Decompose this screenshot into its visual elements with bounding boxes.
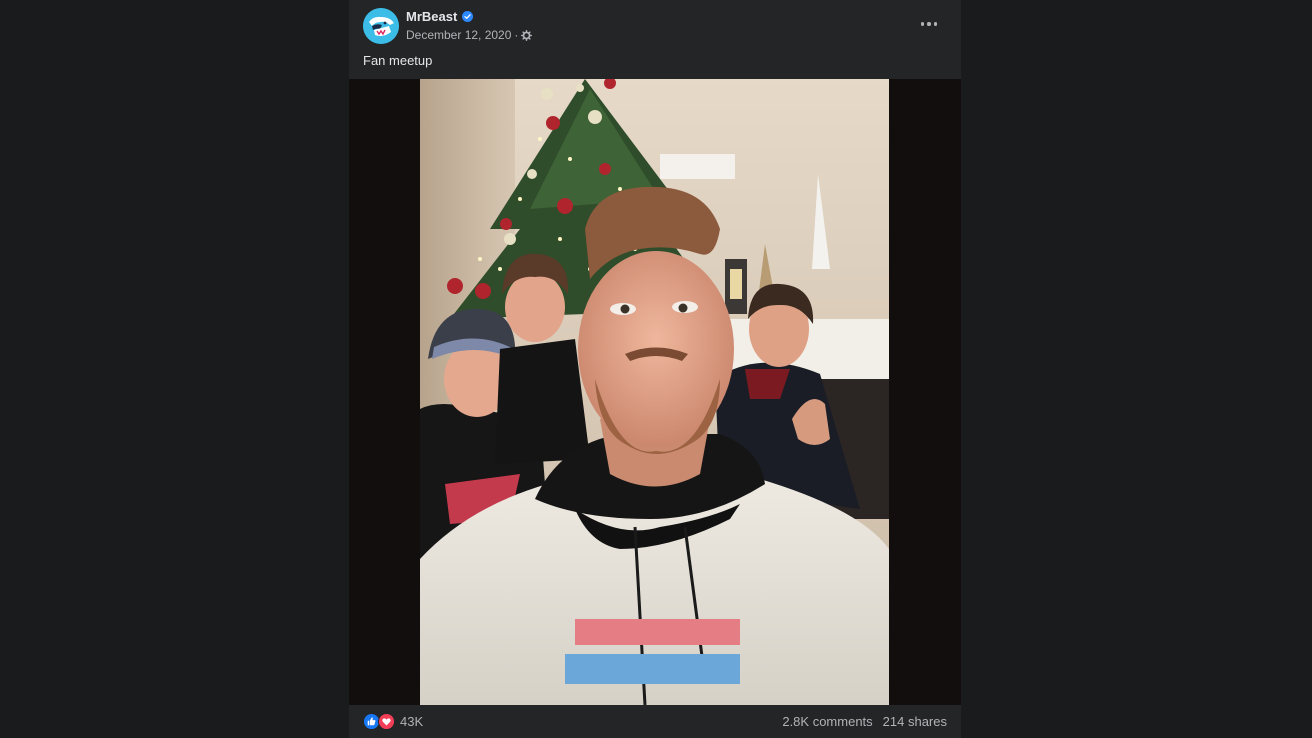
post-header: MrBeast December 12, 2020 ·: [363, 8, 947, 44]
selfie-photo-image: [420, 79, 889, 705]
gear-icon[interactable]: [521, 29, 533, 41]
verified-badge-icon: [462, 11, 474, 22]
more-dot: [920, 22, 925, 26]
shares-count-link[interactable]: 214 shares: [883, 714, 947, 729]
post-card: MrBeast December 12, 2020 · Fan meetup 4…: [349, 0, 961, 738]
post-photo[interactable]: [420, 79, 889, 705]
love-icon: [378, 713, 395, 730]
post-meta: December 12, 2020 ·: [406, 28, 533, 42]
more-dot: [933, 22, 938, 26]
author-name[interactable]: MrBeast: [406, 9, 457, 24]
reaction-count: 43K: [400, 714, 424, 729]
post-stats: 2.8K comments 214 shares: [782, 714, 947, 729]
more-horizontal-icon[interactable]: [917, 12, 941, 36]
post-date[interactable]: December 12, 2020: [406, 28, 511, 42]
mrbeast-logo-icon: [363, 8, 399, 44]
meta-separator: ·: [514, 28, 519, 42]
author-row: MrBeast: [406, 9, 474, 24]
post-media[interactable]: [349, 79, 961, 705]
comments-count-link[interactable]: 2.8K comments: [782, 714, 872, 729]
reactions-summary[interactable]: 43K: [363, 713, 423, 730]
post-caption: Fan meetup: [363, 53, 433, 68]
post-footer: 43K 2.8K comments 214 shares: [349, 705, 961, 738]
avatar[interactable]: [363, 8, 399, 44]
more-dot: [927, 22, 931, 26]
